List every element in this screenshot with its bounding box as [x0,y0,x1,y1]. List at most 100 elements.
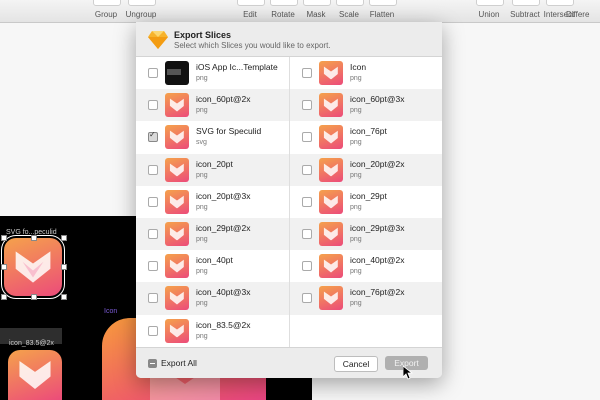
slice-type: svg [196,139,207,147]
slice-row[interactable]: Icon png [290,57,442,89]
slice-row[interactable]: icon_20pt png [136,153,289,186]
fox-logo-icon [169,291,185,305]
slice-name: icon_29pt@3x [350,222,405,233]
export-all-checkbox[interactable] [148,359,157,368]
slice-row[interactable]: icon_40pt@2xpng [290,250,442,282]
selection-handle[interactable] [1,264,7,270]
slice-checkbox[interactable] [148,293,158,304]
slice-type: png [350,203,362,211]
slice-thumbnail [319,125,343,150]
slice-row[interactable]: icon_20pt@2x png [290,153,442,186]
slice-column-left: iOS App Ic...Template png icon_60pt@2x png… [136,57,289,347]
selection-handle[interactable] [31,235,37,241]
slice-thumbnail [319,286,343,311]
selection-handle[interactable] [31,294,37,300]
slice-name: icon_29pt@2x [196,222,251,233]
slice-type: png [350,300,362,308]
slice-checkbox[interactable] [148,325,158,336]
slice-type: png [196,203,208,211]
slice-checkbox[interactable] [302,164,312,175]
slice-type: png [350,75,362,82]
slice-row[interactable]: icon_40pt@3xpng [136,282,289,315]
slice-name: Icon [350,62,367,72]
fox-logo-icon [15,251,51,283]
difference-button[interactable]: Differe [566,0,600,22]
selection-handle[interactable] [61,264,67,270]
slice-name: icon_29pt [350,190,387,201]
slice-row[interactable]: SVG for Speculid svg [136,121,289,153]
artboard-label-icon[interactable]: Icon [104,308,117,315]
slice-row[interactable]: icon_76pt png [290,121,442,153]
slice-name: icon_76pt@2x [350,287,405,298]
dialog-subtitle: Select which Slices you would like to ex… [174,41,331,50]
fox-logo-icon [169,195,185,209]
slice-checkbox[interactable] [148,68,158,78]
slice-type: png [350,107,362,115]
slice-checkbox[interactable] [148,228,158,239]
slice-list[interactable]: iOS App Ic...Template png icon_60pt@2x png… [136,57,442,347]
slice-type: png [196,332,208,340]
slice-row[interactable]: icon_76pt@2xpng [290,282,442,315]
ungroup-button[interactable]: Ungroup [119,0,163,22]
slice-thumbnail [165,61,189,85]
slice-checkbox[interactable] [302,196,312,207]
slice-thumbnail [165,221,189,246]
slice-name: icon_40pt@2x [350,255,405,266]
dialog-header: Export Slices Select which Slices you wo… [136,22,442,57]
selected-icon-layer[interactable] [1,235,65,299]
fox-logo-icon [323,163,339,177]
fox-logo-icon [169,259,185,273]
slice-type: png [196,107,208,115]
slice-type: png [350,268,362,276]
slice-name: iOS App Ic...Template [196,62,278,72]
slice-thumbnail [165,125,189,150]
slice-checkbox[interactable] [302,261,312,272]
slice-row[interactable]: icon_29ptpng [290,186,442,218]
selection-handle[interactable] [1,235,7,241]
fox-logo-icon [323,130,339,144]
slice-row[interactable]: iOS App Ic...Template png [136,57,289,89]
mouse-cursor-icon [403,366,413,380]
selection-handle[interactable] [61,294,67,300]
slice-thumbnail [165,318,189,343]
slice-checkbox[interactable] [302,293,312,304]
slice-row[interactable]: icon_83.5@2xpng [136,315,289,347]
export-all-label[interactable]: Export All [161,358,197,368]
fox-logo-icon [19,361,51,389]
slice-name: icon_40pt@3x [196,287,251,298]
selection-handle[interactable] [61,235,67,241]
icon-83-preview[interactable] [8,350,62,400]
slice-checkbox[interactable] [148,261,158,272]
slice-checkbox[interactable] [148,196,158,207]
slice-checkbox[interactable] [302,132,312,143]
artboard-label-icon-83[interactable]: icon_83.5@2x [9,340,54,347]
slice-thumbnail [165,189,189,214]
slice-type: png [350,139,362,147]
slice-checkbox[interactable] [148,130,158,143]
slice-row[interactable]: icon_60pt@2x png [136,89,289,122]
fox-logo-icon [323,195,339,209]
slice-name: icon_20pt@3x [196,190,251,201]
dialog-footer: Export All Cancel Export [136,347,442,378]
slice-row[interactable]: icon_20pt@3xpng [136,186,289,218]
cancel-button[interactable]: Cancel [334,356,378,372]
slice-checkbox[interactable] [148,100,158,111]
slice-thumbnail [319,61,343,85]
slice-row[interactable]: icon_29pt@3x png [290,217,442,251]
fox-logo-icon [169,98,185,112]
selection-handle[interactable] [1,294,7,300]
slice-row[interactable]: icon_60pt@3x png [290,89,442,122]
slice-name: icon_83.5@2x [196,319,251,330]
flatten-button[interactable]: Flatten [360,0,404,22]
group-icon [93,0,121,6]
slice-row[interactable]: icon_29pt@2x png [136,217,289,251]
slice-checkbox[interactable] [302,68,312,78]
export-slices-dialog: Export Slices Select which Slices you wo… [136,22,442,378]
fox-logo-icon [169,324,185,337]
slice-checkbox[interactable] [302,228,312,239]
slice-checkbox[interactable] [302,100,312,111]
slice-type: png [350,171,362,179]
slice-type: png [196,300,208,308]
slice-row[interactable]: icon_40pt png [136,250,289,282]
slice-checkbox[interactable] [148,164,158,175]
